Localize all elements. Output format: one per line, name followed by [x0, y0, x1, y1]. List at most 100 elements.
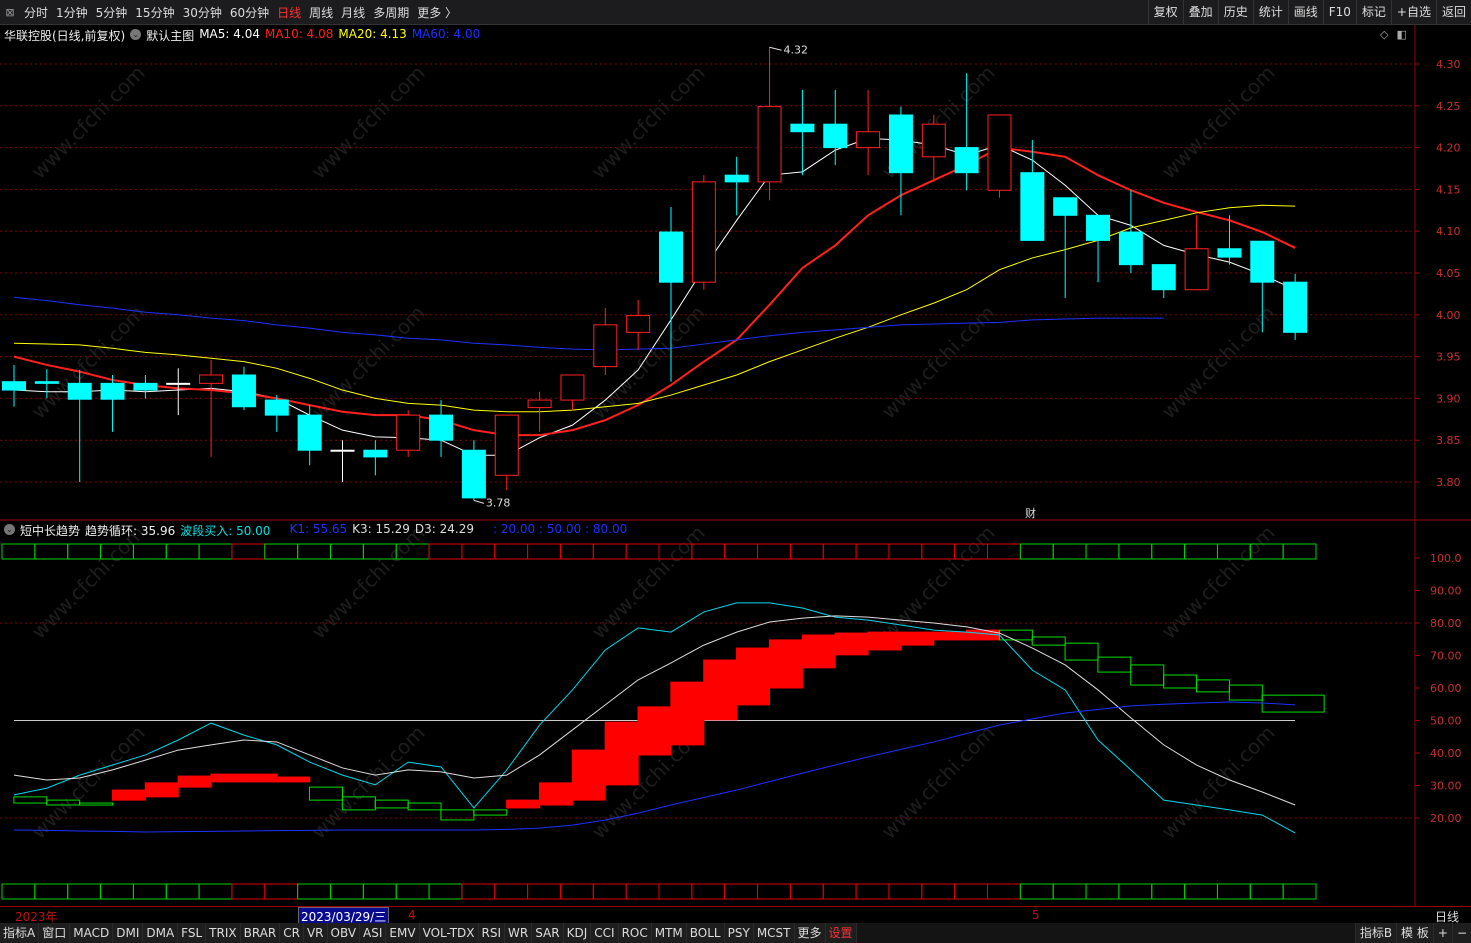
panel-toggle-icon[interactable]: ◧: [1396, 28, 1406, 41]
watermark-text: www.cfchi.com: [1157, 721, 1280, 844]
signal-box: [165, 543, 200, 560]
signal-box: [527, 883, 561, 900]
candle-body: [461, 449, 486, 499]
k3-value: K3: 15.29: [352, 522, 410, 536]
candle-body: [954, 147, 979, 174]
ma10-value: MA10: 4.08: [264, 27, 334, 41]
candle-body: [691, 181, 716, 283]
diamond-icon[interactable]: ◇: [1380, 28, 1388, 41]
indicator-legend: ⌄ 短中长趋势 趋势循环: 35.96 波段买入: 50.00 K1: 55.6…: [4, 522, 627, 539]
indicator-tab[interactable]: EMV: [386, 923, 420, 943]
period-tab[interactable]: 60分钟: [226, 4, 273, 21]
toolbar-button[interactable]: 返回: [1435, 0, 1471, 25]
finance-marker[interactable]: 财: [1025, 506, 1036, 520]
signal-box: [1, 883, 36, 900]
period-tab[interactable]: 周线: [305, 4, 337, 21]
period-tab[interactable]: 15分钟: [131, 4, 178, 21]
signal-box: [987, 543, 1021, 560]
indicator-tab[interactable]: WR: [505, 923, 533, 943]
period-tab[interactable]: 5分钟: [92, 4, 132, 21]
indicator-tab[interactable]: RSI: [478, 923, 506, 943]
indicator-tab[interactable]: MCST: [753, 923, 795, 943]
period-tab[interactable]: 1分钟: [52, 4, 92, 21]
indicator-tab-right[interactable]: +: [1432, 923, 1452, 943]
candle: [1184, 215, 1209, 291]
signal-box: [231, 883, 266, 900]
indicator-tab[interactable]: KDJ: [563, 923, 592, 943]
indicator-tab[interactable]: 更多: [794, 923, 826, 943]
toolbar-button[interactable]: F10: [1322, 0, 1356, 25]
indicator-tab[interactable]: CCI: [591, 923, 619, 943]
candle-body: [626, 315, 651, 333]
candle: [560, 374, 585, 411]
indicator-tab[interactable]: TRIX: [206, 923, 241, 943]
indicator-tab[interactable]: FSL: [178, 923, 207, 943]
window-toggle-icon[interactable]: ⊠: [0, 6, 20, 19]
period-tab[interactable]: 分时: [20, 4, 52, 21]
trend-bar: [243, 773, 278, 783]
chevron-down-icon[interactable]: ⌄: [130, 29, 142, 40]
candle: [199, 359, 224, 457]
signal-box: [921, 883, 956, 900]
toolbar-button[interactable]: 画线: [1287, 0, 1323, 25]
trend-bar: [703, 659, 738, 721]
toolbar-button[interactable]: 复权: [1147, 0, 1183, 25]
date-axis: 2023年 2023/03/29/三 4 5: [0, 906, 1471, 926]
indicator-tab-right[interactable]: 模 板: [1396, 923, 1433, 943]
candle-body: [100, 382, 125, 400]
candle-body: [1184, 248, 1209, 291]
indicator-tab[interactable]: ROC: [618, 923, 652, 943]
period-tab[interactable]: 月线: [337, 4, 369, 21]
indicator-tab[interactable]: BRAR: [240, 923, 281, 943]
indicator-tab[interactable]: BOLL: [686, 923, 725, 943]
candle: [429, 400, 454, 457]
watermark-text: www.cfchi.com: [27, 721, 150, 844]
indicator-tab-right[interactable]: 指标B: [1354, 923, 1397, 943]
signal-box: [67, 883, 102, 900]
candle-body: [231, 374, 256, 408]
template-label[interactable]: 默认主图: [146, 27, 194, 44]
indicator-tab[interactable]: CR: [280, 923, 304, 943]
toolbar-button[interactable]: 标记: [1355, 0, 1391, 25]
indicator-tab[interactable]: MTM: [651, 923, 687, 943]
indicator-tab-right[interactable]: −: [1451, 923, 1471, 943]
trend-bar: [834, 632, 869, 656]
indicator-tab[interactable]: DMI: [113, 923, 144, 943]
indicator-tab[interactable]: 设置: [825, 923, 857, 943]
watermark-text: www.cfchi.com: [877, 721, 1000, 844]
toolbar-button[interactable]: 历史: [1217, 0, 1253, 25]
candle-body: [67, 382, 92, 400]
price-axis-label: 4.15: [1436, 183, 1461, 196]
signal-box: [954, 883, 989, 900]
toolbar-button[interactable]: 叠加: [1182, 0, 1218, 25]
indicator-tab[interactable]: ASI: [360, 923, 387, 943]
signal-box: [461, 543, 496, 560]
period-tab[interactable]: 日线: [273, 4, 305, 21]
candle-body: [2, 381, 26, 391]
chevron-down-icon[interactable]: ⌄: [4, 524, 15, 535]
indicator-tab[interactable]: MACD: [70, 923, 114, 943]
signal-box: [822, 883, 857, 900]
period-tab[interactable]: 更多 〉: [413, 4, 461, 21]
toolbar-button[interactable]: +自选: [1390, 0, 1436, 25]
kline-chart[interactable]: www.cfchi.com www.cfchi.com www.cfchi.com w…: [0, 0, 1471, 943]
indicator-tabs-right: 指标B 模 板 + −: [1354, 923, 1471, 943]
trend-bar: [768, 639, 803, 689]
period-tab[interactable]: 多周期: [369, 4, 413, 21]
indicator-tab[interactable]: PSY: [724, 923, 754, 943]
indicator-axis-label: 80.00: [1430, 617, 1462, 630]
indicator-name[interactable]: 短中长趋势: [20, 522, 80, 539]
indicator-tab[interactable]: DMA: [143, 923, 179, 943]
indicator-tab[interactable]: SAR: [532, 923, 564, 943]
indicator-tab[interactable]: 窗口: [39, 923, 71, 943]
indicator-tab[interactable]: VR: [303, 923, 328, 943]
signal-box: [789, 543, 824, 560]
indicator-tab[interactable]: VOL-TDX: [419, 923, 479, 943]
trend-bar: [604, 721, 639, 786]
signal-box: [264, 883, 299, 900]
period-tab[interactable]: 30分钟: [179, 4, 226, 21]
toolbar-button[interactable]: 统计: [1252, 0, 1288, 25]
indicator-tab[interactable]: 指标A: [0, 923, 40, 943]
signal-box: [691, 883, 726, 900]
indicator-tab[interactable]: OBV: [327, 923, 361, 943]
